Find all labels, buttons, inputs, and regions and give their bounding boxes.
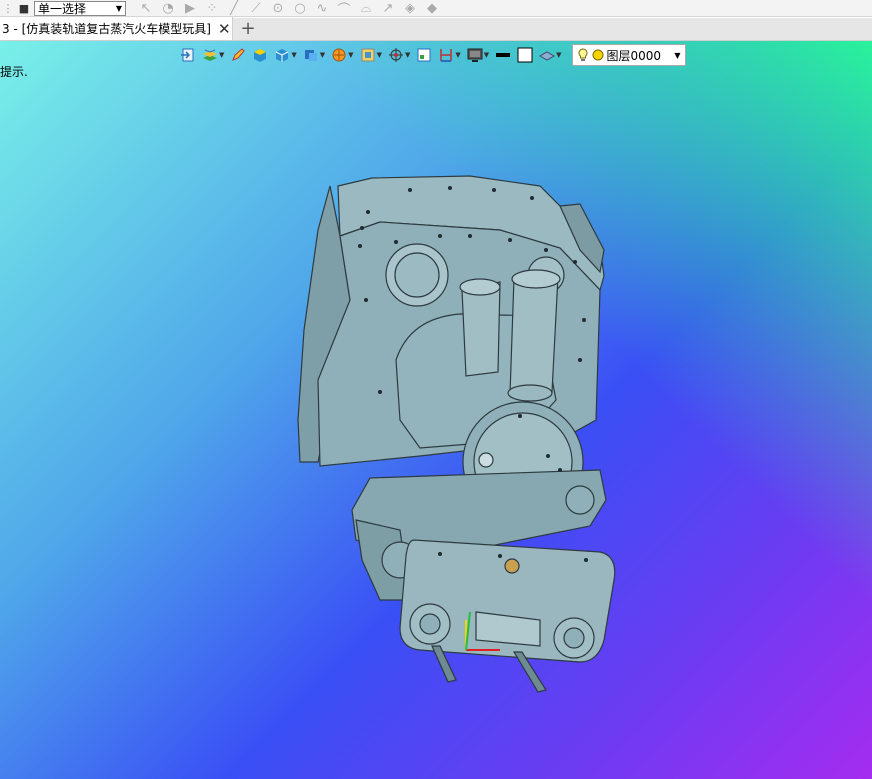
view-toolbar: ▼ ▼ ▼ ▼ ▼ ▼ ▼ ▼ ▼ 图层0000 ▼ bbox=[180, 43, 686, 67]
shaded-view-button[interactable]: ▼ bbox=[274, 45, 297, 65]
layer-dropdown[interactable]: 图层0000 ▼ bbox=[571, 44, 686, 66]
line-color-button[interactable] bbox=[495, 45, 511, 65]
3d-viewport[interactable]: 提示. ▼ ▼ ▼ ▼ ▼ ▼ ▼ ▼ ▼ 图层0000 ▼ bbox=[0, 41, 872, 779]
orange-sphere-icon bbox=[332, 48, 346, 62]
add-tab-button[interactable]: + bbox=[233, 17, 263, 40]
section-icon bbox=[440, 49, 453, 62]
document-tab[interactable]: 3 - [仿真装轨道复古蒸汽火车模型玩具] ✕ bbox=[0, 17, 233, 40]
box-view-button[interactable] bbox=[252, 45, 268, 65]
plane-icon bbox=[539, 51, 556, 61]
blue-cube-icon bbox=[304, 50, 317, 61]
document-tab-bar: 3 - [仿真装轨道复古蒸汽火车模型玩具] ✕ + bbox=[0, 17, 872, 41]
view-frame-button[interactable]: ▼ bbox=[360, 45, 382, 65]
chevron-down-icon: ▼ bbox=[348, 51, 354, 59]
train-model[interactable] bbox=[0, 41, 872, 779]
selection-mode-value: 单一选择 bbox=[38, 1, 87, 16]
monitor-icon bbox=[467, 48, 483, 62]
display-mode-button[interactable]: ▼ bbox=[303, 45, 325, 65]
chevron-down-icon: ▼ bbox=[674, 50, 681, 60]
pencil-icon bbox=[232, 48, 246, 61]
circle-icon[interactable]: ○ bbox=[292, 1, 308, 16]
line-icon[interactable]: ╱ bbox=[226, 1, 242, 16]
selection-mode-dropdown[interactable]: 单一选择 ▼ bbox=[34, 0, 126, 16]
background-button[interactable]: ▼ bbox=[467, 45, 489, 65]
fill-color-button[interactable] bbox=[517, 45, 533, 65]
stop-square-icon[interactable]: ■ bbox=[18, 2, 30, 15]
arc-icon[interactable]: ⌓ bbox=[358, 1, 374, 16]
layer-color-dot-icon bbox=[592, 49, 604, 61]
hint-text: 提示. bbox=[0, 65, 28, 79]
chevron-down-icon: ▼ bbox=[483, 51, 490, 59]
compass-icon bbox=[388, 48, 403, 62]
toolbar-handle-icon: ⋮ bbox=[2, 1, 14, 15]
chevron-down-icon: ▼ bbox=[291, 51, 297, 59]
bucket-icon[interactable]: ◆ bbox=[424, 1, 440, 16]
layer-name: 图层0000 bbox=[606, 48, 662, 63]
section-view-button[interactable]: ▼ bbox=[438, 45, 461, 65]
layers-style-button[interactable]: ▼ bbox=[202, 45, 224, 65]
render-button[interactable]: ▼ bbox=[331, 45, 354, 65]
black-bar-icon bbox=[496, 53, 511, 57]
arrow-line-icon[interactable]: ↗ bbox=[380, 1, 396, 16]
play-icon[interactable]: ▶ bbox=[182, 1, 198, 16]
view-frame-icon bbox=[361, 48, 375, 62]
chevron-down-icon: ▼ bbox=[455, 51, 461, 59]
exit-view-button[interactable] bbox=[180, 45, 196, 65]
circle-center-icon[interactable]: ⊙ bbox=[270, 1, 286, 16]
point-cloud-icon[interactable]: ⁘ bbox=[204, 1, 220, 16]
cursor-icon[interactable]: ↖ bbox=[138, 1, 154, 16]
curve-icon[interactable]: ⌒ bbox=[336, 2, 352, 18]
selection-toolbar: ⋮ ■ 单一选择 ▼ ↖ ◔ ▶ ⁘ ╱ ⟋ ⊙ ○ ∿ ⌒ ⌓ ↗ ◈ ◆ bbox=[0, 0, 872, 18]
lasso-icon[interactable]: ◔ bbox=[160, 1, 176, 16]
plane-button[interactable]: ▼ bbox=[539, 45, 562, 65]
chevron-down-icon: ▼ bbox=[556, 51, 562, 59]
fit-view-button[interactable] bbox=[416, 45, 432, 65]
orient-button[interactable]: ▼ bbox=[388, 45, 410, 65]
spline-icon[interactable]: ∿ bbox=[314, 1, 330, 16]
chevron-down-icon: ▼ bbox=[376, 51, 382, 59]
yellow-box-icon bbox=[254, 49, 267, 62]
lightbulb-icon bbox=[578, 48, 587, 61]
paint-icon[interactable]: ◈ bbox=[402, 1, 418, 16]
chevron-down-icon: ▼ bbox=[319, 51, 326, 59]
pencil-button[interactable] bbox=[230, 45, 246, 65]
layers-icon bbox=[203, 49, 217, 61]
white-square-icon bbox=[517, 47, 533, 63]
document-tab-title: 3 - [仿真装轨道复古蒸汽火车模型玩具] bbox=[2, 22, 211, 36]
chevron-down-icon: ▼ bbox=[219, 51, 225, 59]
fit-view-icon bbox=[417, 48, 431, 62]
line-point-icon[interactable]: ⟋ bbox=[248, 1, 264, 16]
cube-icon bbox=[276, 49, 289, 62]
chevron-down-icon: ▼ bbox=[115, 3, 122, 13]
chevron-down-icon: ▼ bbox=[404, 51, 411, 59]
exit-view-icon bbox=[181, 48, 194, 62]
close-icon[interactable]: ✕ bbox=[218, 20, 231, 38]
